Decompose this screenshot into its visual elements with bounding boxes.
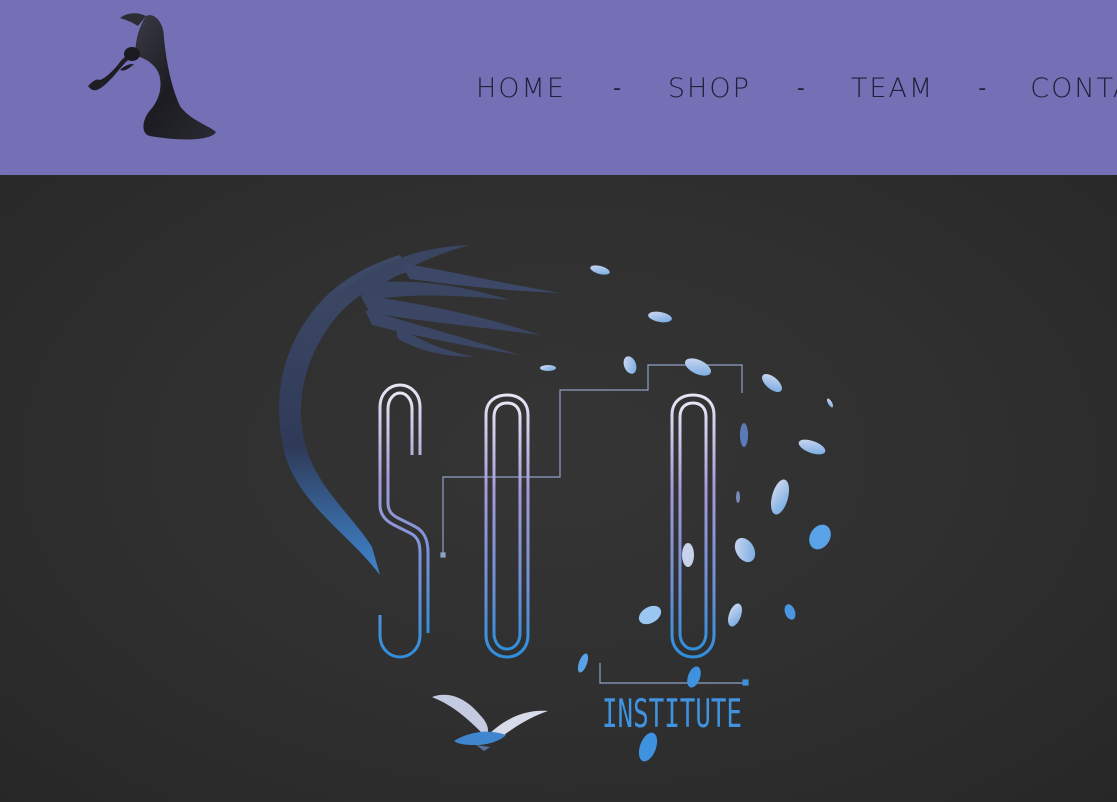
institute-subtitle: INSTITUTE — [602, 691, 742, 737]
soto-institute-logo-art: INSTITUTE — [278, 245, 834, 762]
nav-team-link[interactable]: TEAM — [851, 73, 934, 104]
flying-bird-icon — [432, 694, 548, 751]
soto-wordmark — [378, 381, 718, 661]
nav-separator: - — [612, 75, 621, 101]
site-header: HOME - SHOP - TEAM - CONTACT — [0, 0, 1117, 175]
nav-separator: - — [978, 75, 987, 101]
abstract-figure-logo-icon — [88, 13, 216, 140]
hero-banner: INSTITUTE — [0, 175, 1117, 802]
falling-leaves-icon — [540, 265, 834, 762]
nav-contact-link[interactable]: CONTACT — [1030, 73, 1117, 104]
nav-home-link[interactable]: HOME — [476, 73, 566, 104]
main-nav: HOME - SHOP - TEAM - CONTACT — [476, 68, 1117, 108]
nav-separator: - — [796, 75, 805, 101]
nav-shop-link[interactable]: SHOP — [668, 73, 751, 104]
site-logo[interactable] — [80, 8, 225, 148]
